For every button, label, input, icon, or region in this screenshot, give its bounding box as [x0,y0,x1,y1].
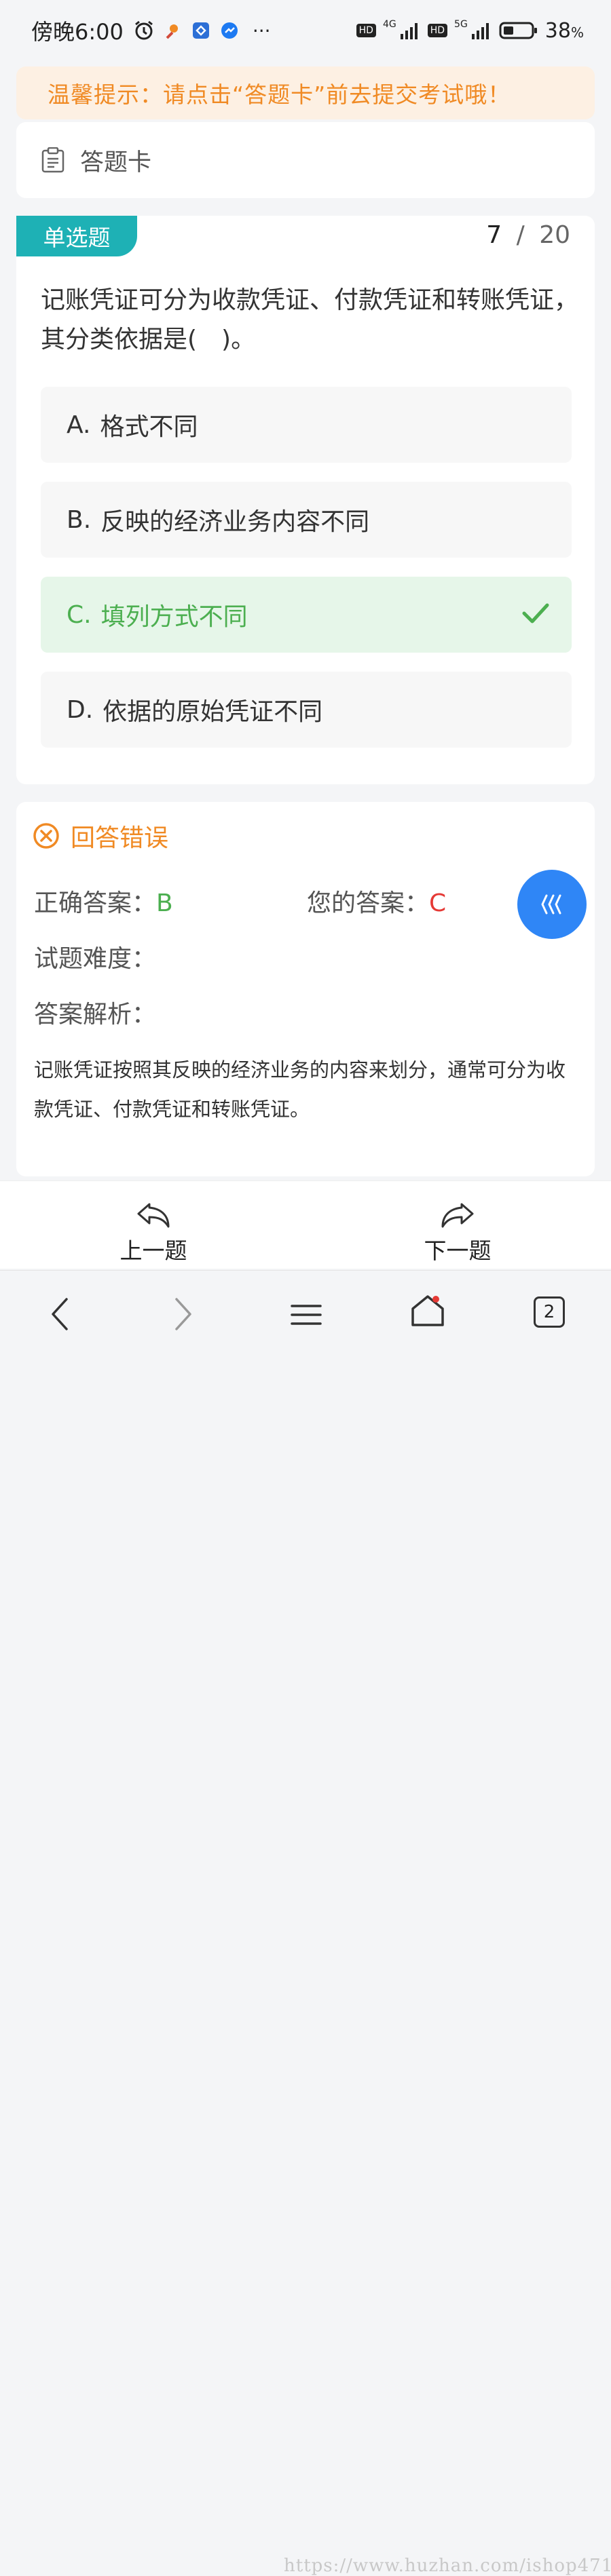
checkmark-icon [521,601,550,632]
browser-tabs-button[interactable]: 2 [534,1296,565,1328]
option-text: 反映的经济业务内容不同 [100,508,370,536]
clipboard-icon [41,147,65,173]
option-d[interactable]: D. 依据的原始凭证不同 [41,672,572,748]
next-question-button[interactable]: 下一题 [390,1200,525,1265]
question-text: 记账凭证可分为收款凭证、付款凭证和转账凭证，其分类依据是( )。 [41,286,579,353]
option-b[interactable]: B. 反映的经济业务内容不同 [41,482,572,558]
result-status: 回答错误 [33,818,168,853]
network-type-label: 4G [382,18,396,30]
correct-answer-row: 正确答案：B [34,883,173,919]
your-answer-row: 您的答案：C [307,883,446,919]
browser-home-button[interactable] [410,1294,445,1328]
battery-level: 38 [544,18,571,43]
alarm-icon [133,20,155,41]
option-letter: D. [67,695,94,724]
browser-menu-button[interactable] [291,1303,322,1326]
more-notifications-icon: ··· [252,19,271,42]
correct-answer-label: 正确答案： [34,889,157,917]
triple-chevron-left-icon [538,893,566,916]
option-c[interactable]: C. 填列方式不同 [41,577,572,653]
hd-icon: HD [356,24,376,37]
question-separator: / [516,221,525,249]
option-text: 填列方式不同 [100,603,248,631]
answer-result-card: 回答错误 正确答案：B 您的答案：C 试题难度： 答案解析： 记账凭证按照其反映… [16,802,595,1176]
correct-answer-value: B [156,889,173,917]
hd-icon: HD [427,24,448,37]
option-letter: A. [67,410,91,439]
next-question-label: 下一题 [424,1237,492,1264]
back-arrow-icon [86,1200,221,1230]
option-letter: B. [67,505,92,534]
question-card: 单选题 7 / 20 记账凭证可分为收款凭证、付款凭证和转账凭证，其分类依据是(… [16,216,595,784]
your-answer-value: C [429,889,447,917]
your-answer-label: 您的答案： [307,889,430,917]
status-time: 傍晚6:00 [31,19,124,45]
prev-question-button[interactable]: 上一题 [86,1200,221,1265]
network-type-label: 5G [454,18,468,30]
close-circle-icon [33,822,60,849]
app-notification-icon [164,22,182,39]
question-total: 20 [539,221,570,249]
option-text: 依据的原始凭证不同 [103,698,323,726]
battery-icon [499,21,538,40]
app-notification-icon [220,21,239,40]
signal-icon [470,22,492,39]
battery-unit: % [570,24,584,41]
question-current: 7 [486,221,502,249]
question-nav-bar: 上一题 下一题 [0,1180,611,1269]
tabs-count: 2 [534,1296,565,1328]
prev-question-label: 上一题 [119,1237,187,1264]
browser-nav-bar: 2 https://www.huzhan.com/ishop47182 [0,1270,611,2576]
tip-text: 温馨提示：请点击“答题卡”前去提交考试哦！ [48,81,511,108]
signal-icon [399,22,421,39]
tip-banner: 温馨提示：请点击“答题卡”前去提交考试哦！ [16,66,595,119]
option-text: 格式不同 [100,413,198,441]
question-counter: 7 / 20 [486,221,570,249]
question-type-badge: 单选题 [16,216,137,256]
forward-arrow-icon [390,1200,525,1230]
analysis-text: 记账凭证按照其反映的经济业务的内容来划分，通常可分为收款凭证、付款凭证和转账凭证… [34,1058,566,1121]
app-notification-icon [191,21,210,40]
browser-forward-button[interactable] [171,1295,196,1333]
watermark-text: https://www.huzhan.com/ishop47182 [284,2556,611,2576]
analysis-label: 答案解析： [34,1001,157,1029]
answer-card-button[interactable]: 答题卡 [16,122,595,198]
status-bar: 傍晚6:00 ··· HD 4G HD 5G 38% [0,0,611,61]
option-a[interactable]: A. 格式不同 [41,387,572,463]
option-letter: C. [67,600,92,629]
browser-back-button[interactable] [48,1295,72,1333]
answer-card-label: 答题卡 [80,149,152,176]
collapse-fab-button[interactable] [517,870,587,939]
difficulty-label: 试题难度： [34,945,157,973]
result-status-text: 回答错误 [71,824,169,852]
